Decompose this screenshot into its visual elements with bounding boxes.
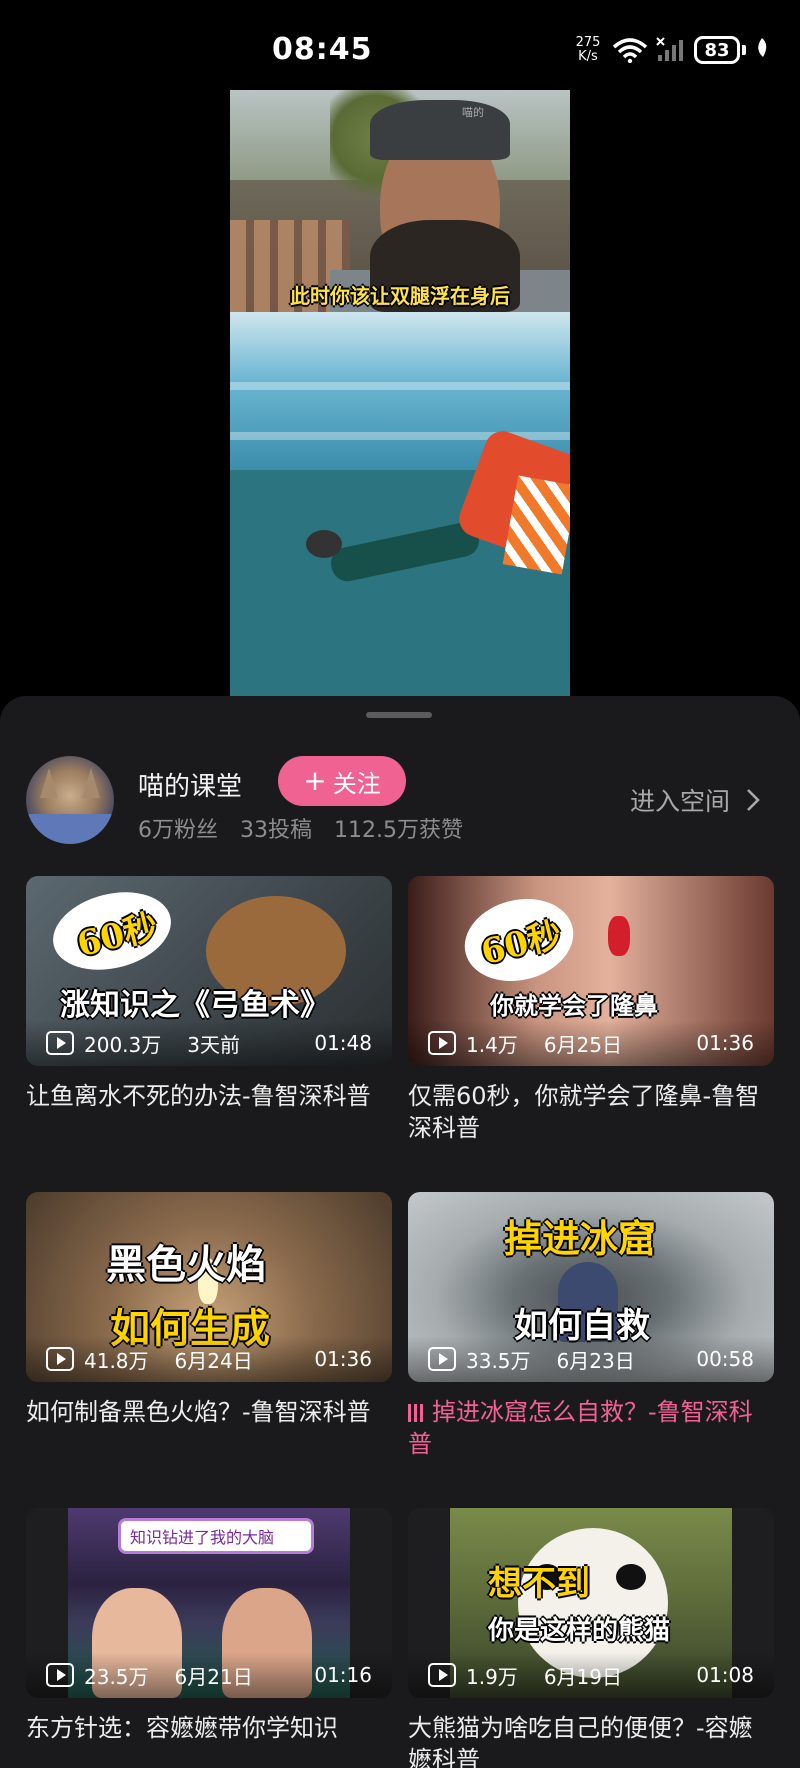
thumbnail-meta: 1.4万 6月25日 01:36 <box>408 1020 774 1066</box>
thumbnail-text-1: 黑色火焰 <box>106 1241 266 1288</box>
likes-count: 112.5万获赞 <box>334 818 463 843</box>
play-count-icon <box>46 1347 74 1371</box>
status-icons: 275 K/s 83 <box>572 36 770 64</box>
thumbnail-text-1: 想不到 <box>488 1564 590 1604</box>
duration: 01:36 <box>314 1347 372 1371</box>
video-title-text: 掉进冰窟怎么自救？-鲁智深科普 <box>408 1398 753 1458</box>
posts-count: 33投稿 <box>240 818 312 843</box>
publish-date: 3天前 <box>187 1032 240 1057</box>
video-thumbnail[interactable]: 知识钻进了我的大脑 23.5万 6月21日 01:16 <box>26 1508 392 1698</box>
scene-band <box>230 382 570 390</box>
video-title[interactable]: 如何制备黑色火焰？-鲁智深科普 <box>26 1396 392 1460</box>
follow-label: 关注 <box>332 769 381 798</box>
play-count-icon <box>46 1663 74 1687</box>
video-title[interactable]: 让鱼离水不死的办法-鲁智深科普 <box>26 1080 392 1144</box>
network-speed-value: 275 <box>575 35 601 50</box>
thumbnail-text-2: 你就学会了隆鼻 <box>490 991 658 1020</box>
view-count: 1.9万 <box>466 1664 518 1689</box>
view-count: 200.3万 <box>84 1032 162 1057</box>
now-playing-icon <box>408 1404 424 1422</box>
thumbnail-meta: 41.8万 6月24日 01:36 <box>26 1336 392 1382</box>
thumbnail-meta: 33.5万 6月23日 00:58 <box>408 1336 774 1382</box>
enter-space-link[interactable]: 进入空间 <box>630 782 760 818</box>
view-count: 23.5万 <box>84 1664 149 1689</box>
avatar-cat-ears <box>40 768 100 798</box>
video-title[interactable]: 东方针选：容嬷嬷带你学知识 <box>26 1712 392 1768</box>
leaf-icon <box>754 37 770 63</box>
video-thumbnail[interactable]: 想不到 你是这样的熊猫 1.9万 6月19日 01:08 <box>408 1508 774 1698</box>
duration: 01:08 <box>696 1663 754 1687</box>
duration: 01:48 <box>314 1031 372 1055</box>
thumbnail-text-1: 知识钻进了我的大脑 <box>130 1528 275 1547</box>
publish-date: 6月25日 <box>543 1032 622 1057</box>
video-title-playing[interactable]: 掉进冰窟怎么自救？-鲁智深科普 <box>408 1396 774 1460</box>
avatar-cape <box>26 814 114 844</box>
chevron-right-icon <box>746 788 760 812</box>
battery-level: 83 <box>694 36 740 64</box>
video-thumbnail[interactable]: 60秒 涨知识之《弓鱼术》 200.3万 3天前 01:48 <box>26 876 392 1066</box>
video-title[interactable]: 仅需60秒，你就学会了隆鼻-鲁智深科普 <box>408 1080 774 1144</box>
thumbnail-text-2: 你是这样的熊猫 <box>488 1616 671 1646</box>
status-time: 08:45 <box>272 32 373 67</box>
video-frame[interactable]: 喵的 此时你该让双腿浮在身后 <box>230 90 570 696</box>
publish-date: 6月24日 <box>174 1348 253 1373</box>
view-count: 41.8万 <box>84 1348 149 1373</box>
publish-date: 6月23日 <box>556 1348 635 1373</box>
battery-cap <box>742 45 746 55</box>
network-speed: 275 K/s <box>572 36 604 64</box>
scene-hat <box>370 100 510 160</box>
video-thumbnail[interactable]: 60秒 你就学会了隆鼻 1.4万 6月25日 01:36 <box>408 876 774 1066</box>
thumbnail-nose <box>608 916 630 956</box>
thumbnail-panda-eye <box>616 1564 646 1590</box>
scene-shoe <box>306 530 342 558</box>
status-bar: 08:45 275 K/s 83 <box>0 0 800 90</box>
video-grid: 60秒 涨知识之《弓鱼术》 200.3万 3天前 01:48 让鱼离水不死的办法… <box>26 876 774 1768</box>
channel-header: 喵的课堂 + 关注 6万粉丝 33投稿 112.5万获赞 进入空间 <box>0 756 800 866</box>
video-title[interactable]: 大熊猫为啥吃自己的便便？-容嬷嬷科普 <box>408 1712 774 1768</box>
video-card[interactable]: 黑色火焰 如何生成 41.8万 6月24日 01:36 如何制备黑色火焰？-鲁智… <box>26 1192 392 1508</box>
play-count-icon <box>46 1031 74 1055</box>
duration: 01:16 <box>314 1663 372 1687</box>
publish-date: 6月19日 <box>543 1664 622 1689</box>
play-count-icon <box>428 1031 456 1055</box>
duration: 00:58 <box>696 1347 754 1371</box>
video-caption: 此时你该让双腿浮在身后 <box>290 284 510 308</box>
duration: 01:36 <box>696 1031 754 1055</box>
follow-button[interactable]: + 关注 <box>278 756 406 806</box>
channel-sheet: 喵的课堂 + 关注 6万粉丝 33投稿 112.5万获赞 进入空间 60秒 涨知… <box>0 696 800 1768</box>
play-count-icon <box>428 1347 456 1371</box>
video-card[interactable]: 掉进冰窟 如何自救 33.5万 6月23日 00:58 掉进冰窟怎么自救？-鲁智… <box>408 1192 774 1508</box>
view-count: 33.5万 <box>466 1348 531 1373</box>
plus-icon: + <box>303 764 327 797</box>
network-speed-unit: K/s <box>578 49 598 64</box>
video-watermark: 喵的 <box>462 106 484 119</box>
thumbnail-meta: 200.3万 3天前 01:48 <box>26 1020 392 1066</box>
channel-stats: 6万粉丝 33投稿 112.5万获赞 <box>138 812 463 844</box>
wifi-icon <box>612 37 648 63</box>
channel-name[interactable]: 喵的课堂 <box>138 766 242 803</box>
thumbnail-meta: 23.5万 6月21日 01:16 <box>26 1652 392 1698</box>
followers-count: 6万粉丝 <box>138 818 218 843</box>
video-player[interactable]: 喵的 此时你该让双腿浮在身后 <box>0 90 800 696</box>
drag-handle[interactable] <box>366 712 432 718</box>
video-thumbnail[interactable]: 黑色火焰 如何生成 41.8万 6月24日 01:36 <box>26 1192 392 1382</box>
thumbnail-text-2: 涨知识之《弓鱼术》 <box>60 988 330 1023</box>
video-thumbnail[interactable]: 掉进冰窟 如何自救 33.5万 6月23日 00:58 <box>408 1192 774 1382</box>
view-count: 1.4万 <box>466 1032 518 1057</box>
thumbnail-text-1: 掉进冰窟 <box>504 1216 657 1261</box>
thumbnail-meta: 1.9万 6月19日 01:08 <box>408 1652 774 1698</box>
play-count-icon <box>428 1663 456 1687</box>
video-card[interactable]: 想不到 你是这样的熊猫 1.9万 6月19日 01:08 大熊猫为啥吃自己的便便… <box>408 1508 774 1768</box>
video-card[interactable]: 60秒 涨知识之《弓鱼术》 200.3万 3天前 01:48 让鱼离水不死的办法… <box>26 876 392 1192</box>
avatar[interactable] <box>26 756 114 844</box>
publish-date: 6月21日 <box>174 1664 253 1689</box>
enter-space-label: 进入空间 <box>629 787 730 816</box>
video-card[interactable]: 知识钻进了我的大脑 23.5万 6月21日 01:16 东方针选：容嬷嬷带你学知… <box>26 1508 392 1768</box>
video-scene-top: 喵的 <box>230 90 570 312</box>
video-card[interactable]: 60秒 你就学会了隆鼻 1.4万 6月25日 01:36 仅需60秒，你就学会了… <box>408 876 774 1192</box>
signal-icon <box>656 37 686 63</box>
battery-icon: 83 <box>694 36 746 64</box>
